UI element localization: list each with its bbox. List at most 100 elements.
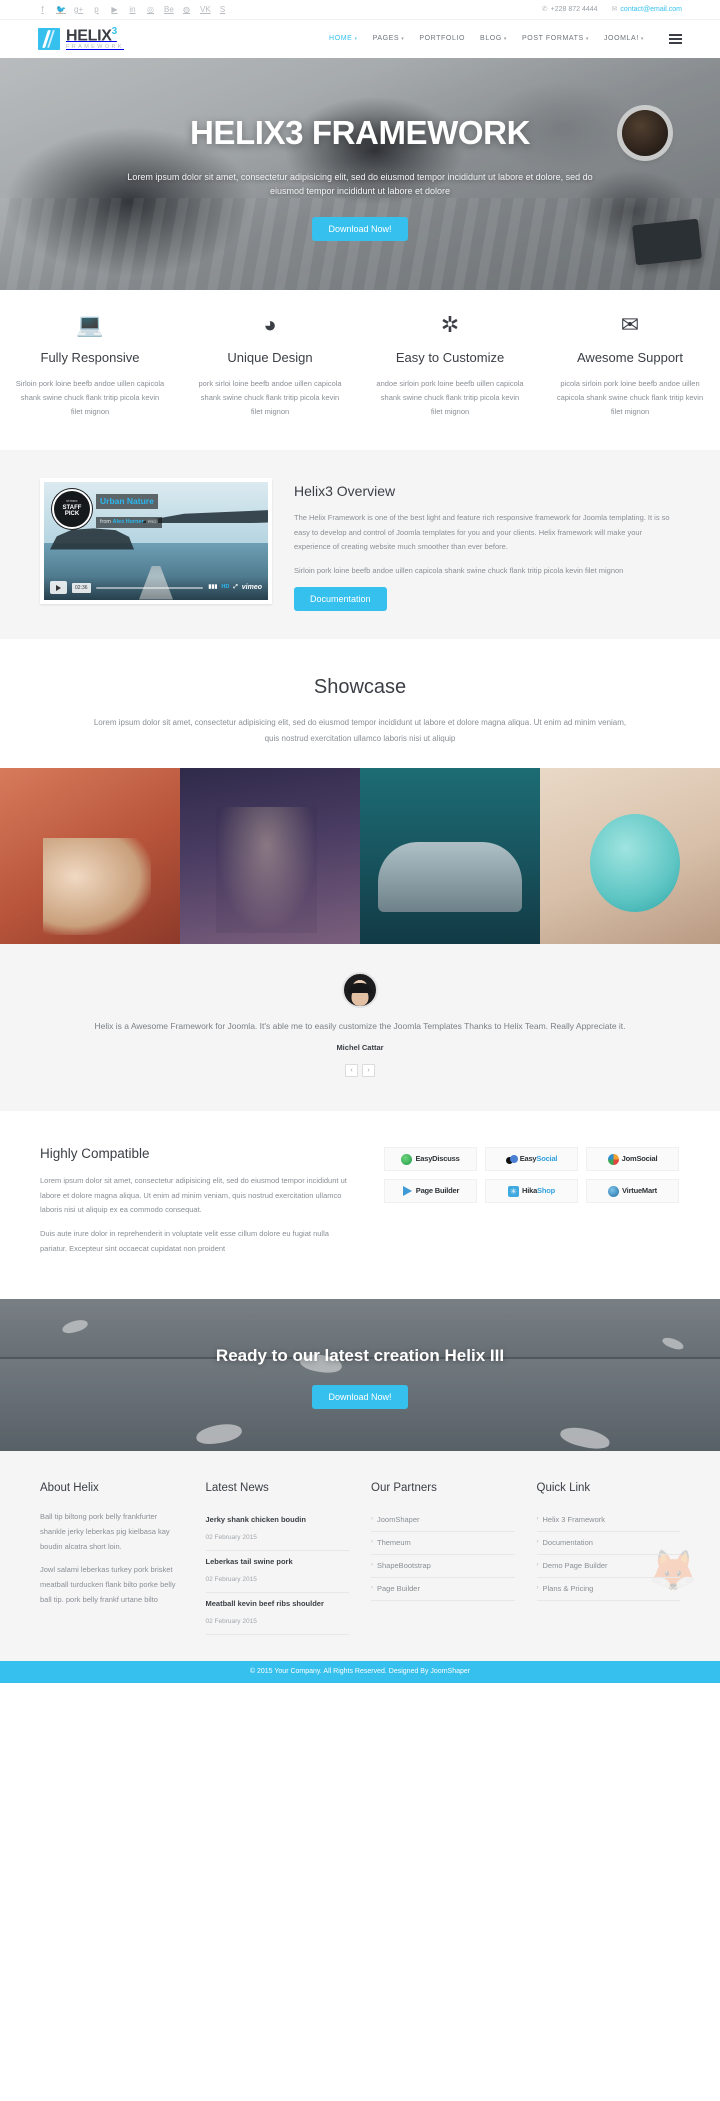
- virtuemart-logo[interactable]: VirtueMart: [586, 1179, 679, 1204]
- gauge-icon: ◕: [263, 312, 277, 337]
- footer-about-heading: About Helix: [40, 1482, 99, 1495]
- instagram-icon[interactable]: ◎: [146, 5, 155, 14]
- overview-paragraph-2: Sirloin pork loine beefb andoe uillen ca…: [294, 565, 624, 575]
- chevron-right-icon: ›: [371, 1561, 373, 1568]
- email-item[interactable]: ✉ contact@email.com: [612, 4, 682, 15]
- pagebuilder-logo[interactable]: Page Builder: [384, 1179, 477, 1204]
- volume-icon[interactable]: ▮▮▮: [208, 583, 217, 592]
- logo-text: Page Builder: [415, 1186, 460, 1196]
- cta-banner: Ready to our latest creation Helix III D…: [0, 1299, 720, 1452]
- gallery-tile-car[interactable]: [360, 767, 540, 944]
- top-bar: f 🐦 g+ p ▶ in ◎ Be ◍ VK S ✆ +228 872 4444 ✉ contac…: [0, 0, 720, 20]
- footer-link-label: Themeum: [377, 1537, 411, 1547]
- news-title: Meatball kevin beef ribs shoulder: [205, 1598, 324, 1608]
- nav-item-joomla[interactable]: JOOMLA! ▾: [604, 33, 644, 44]
- news-date: 02 February 2015: [205, 1617, 257, 1625]
- gallery-tile-girl[interactable]: [180, 767, 360, 944]
- phone-item[interactable]: ✆ +228 872 4444: [542, 4, 598, 15]
- nav-item-pages[interactable]: PAGES ▾: [373, 33, 405, 44]
- overview-heading: Helix3 Overview: [294, 482, 396, 499]
- news-item[interactable]: Leberkas tail swine pork 02 February 2015: [205, 1551, 349, 1593]
- footer-link[interactable]: › JoomShaper: [371, 1509, 515, 1532]
- chevron-right-icon: ›: [536, 1515, 539, 1522]
- chevron-down-icon: ▾: [401, 36, 405, 42]
- video-controls[interactable]: 02:36 ▮▮▮ HD ⤢ vimeo: [44, 575, 268, 600]
- video-author: Alex Horner: [112, 518, 144, 525]
- gallery-tile-bird[interactable]: [0, 767, 180, 944]
- video-right-controls: ▮▮▮ HD ⤢ vimeo: [208, 582, 262, 593]
- footer-link[interactable]: › Themeum: [371, 1532, 515, 1555]
- nav-item-post-formats[interactable]: POST FORMATS ▾: [522, 33, 589, 44]
- youtube-icon[interactable]: ▶: [110, 5, 119, 14]
- feature-card: 💻 Fully Responsive Sirloin pork loine beef…: [0, 314, 180, 420]
- google-plus-icon[interactable]: g+: [74, 5, 83, 14]
- pinterest-icon[interactable]: p: [92, 5, 101, 14]
- showcase-section: Showcase Lorem ipsum dolor sit amet, con…: [0, 639, 720, 768]
- chevron-right-icon: ›: [371, 1538, 373, 1545]
- footer-link[interactable]: › Plans & Pricing: [536, 1578, 680, 1601]
- feature-text: picola sirloin pork loine beefb andoe ui…: [556, 378, 704, 417]
- footer-link-label: JoomShaper: [377, 1514, 420, 1524]
- fullscreen-icon[interactable]: ⤢: [233, 583, 237, 592]
- hamburger-menu-icon[interactable]: [669, 34, 682, 44]
- video-progress-bar[interactable]: [95, 586, 204, 589]
- logo-text: Easy: [519, 1154, 537, 1164]
- facebook-icon[interactable]: f: [38, 5, 47, 14]
- documentation-button[interactable]: Documentation: [294, 587, 387, 612]
- vk-icon[interactable]: VK: [200, 5, 211, 14]
- nav-item-portfolio[interactable]: PORTFOLIO: [419, 33, 465, 44]
- chevron-down-icon: ▾: [503, 36, 508, 42]
- nav-item-label: PORTFOLIO: [419, 35, 466, 43]
- main-nav: HOME ▾ PAGES ▾ PORTFOLIO BLOG ▾ POST FORMATS ▾ JO…: [329, 33, 682, 44]
- jomsocial-mark-icon: [607, 1153, 619, 1165]
- cta-download-button[interactable]: Download Now!: [312, 1384, 408, 1409]
- linkedin-icon[interactable]: in: [128, 5, 137, 14]
- testimonial-next-button[interactable]: ›: [362, 1064, 375, 1078]
- twitter-icon[interactable]: 🐦: [56, 5, 66, 14]
- logo-text: Hika: [522, 1186, 538, 1196]
- testimonial-prev-button[interactable]: ‹: [345, 1064, 358, 1078]
- chevron-right-icon: ›: [371, 1515, 373, 1522]
- footer-partners-heading: Our Partners: [371, 1482, 437, 1495]
- footer-link[interactable]: › Page Builder: [371, 1578, 515, 1601]
- nav-item-home[interactable]: HOME ▾: [329, 33, 358, 44]
- news-title: Leberkas tail swine pork: [205, 1556, 293, 1566]
- footer-link-label: Documentation: [542, 1537, 593, 1547]
- footer-link[interactable]: › ShapeBootstrap: [371, 1555, 515, 1578]
- footer-link[interactable]: › Demo Page Builder: [536, 1555, 680, 1578]
- news-item[interactable]: Meatball kevin beef ribs shoulder 02 Febr…: [205, 1593, 349, 1636]
- easydiscuss-logo[interactable]: EasyDiscuss: [384, 1147, 477, 1172]
- nav-item-label: JOOMLA!: [603, 35, 639, 43]
- nav-item-blog[interactable]: BLOG ▾: [480, 33, 507, 44]
- gallery-tile-mug[interactable]: [540, 767, 720, 944]
- logo-text: VirtueMart: [622, 1186, 657, 1196]
- skype-icon[interactable]: S: [218, 5, 227, 14]
- video-author-line: from Alex Horner PRO: [96, 516, 163, 528]
- footer-link[interactable]: › Helix 3 Framework: [536, 1509, 680, 1532]
- feature-text: pork sirloi loine beefb andoe uillen cap…: [198, 378, 342, 417]
- hd-badge[interactable]: HD: [221, 583, 229, 592]
- behance-icon[interactable]: Be: [164, 5, 174, 14]
- jomsocial-logo[interactable]: JomSocial: [586, 1147, 679, 1172]
- hero-banner: HELIX3 FRAMEWORK Lorem ipsum dolor sit a…: [0, 58, 720, 290]
- dribbble-icon[interactable]: ◍: [182, 5, 191, 14]
- vimeo-video-player[interactable]: vimeo STAFF PICK Urban Nature from Alex …: [40, 477, 272, 604]
- vimeo-brand[interactable]: vimeo: [242, 582, 262, 593]
- hikashop-logo[interactable]: HikaShop: [485, 1179, 578, 1204]
- video-timestamp: 02:36: [72, 582, 91, 593]
- footer-link-label: Helix 3 Framework: [542, 1514, 606, 1524]
- testimonial-nav: ‹ ›: [40, 1064, 680, 1078]
- news-item[interactable]: Jerky shank chicken boudin 02 February 20…: [205, 1509, 349, 1551]
- feature-text: andoe sirloin pork loine beefb uillen ca…: [376, 378, 524, 417]
- site-logo[interactable]: HELIX3 FRAMEWORK: [38, 27, 124, 51]
- envelope-icon: ✉: [620, 312, 640, 337]
- play-icon[interactable]: [50, 581, 67, 595]
- hero-title: HELIX3 FRAMEWORK: [189, 113, 531, 151]
- chevron-right-icon: ›: [371, 1584, 373, 1591]
- chevron-right-icon: ›: [536, 1584, 539, 1591]
- footer-link[interactable]: › Documentation: [536, 1532, 680, 1555]
- hero-download-button[interactable]: Download Now!: [312, 217, 408, 242]
- news-date: 02 February 2015: [205, 1575, 257, 1583]
- footer-about-p1: Ball tip biltong pork belly frankfurter …: [40, 1511, 170, 1551]
- easysocial-logo[interactable]: EasySocial: [485, 1147, 578, 1172]
